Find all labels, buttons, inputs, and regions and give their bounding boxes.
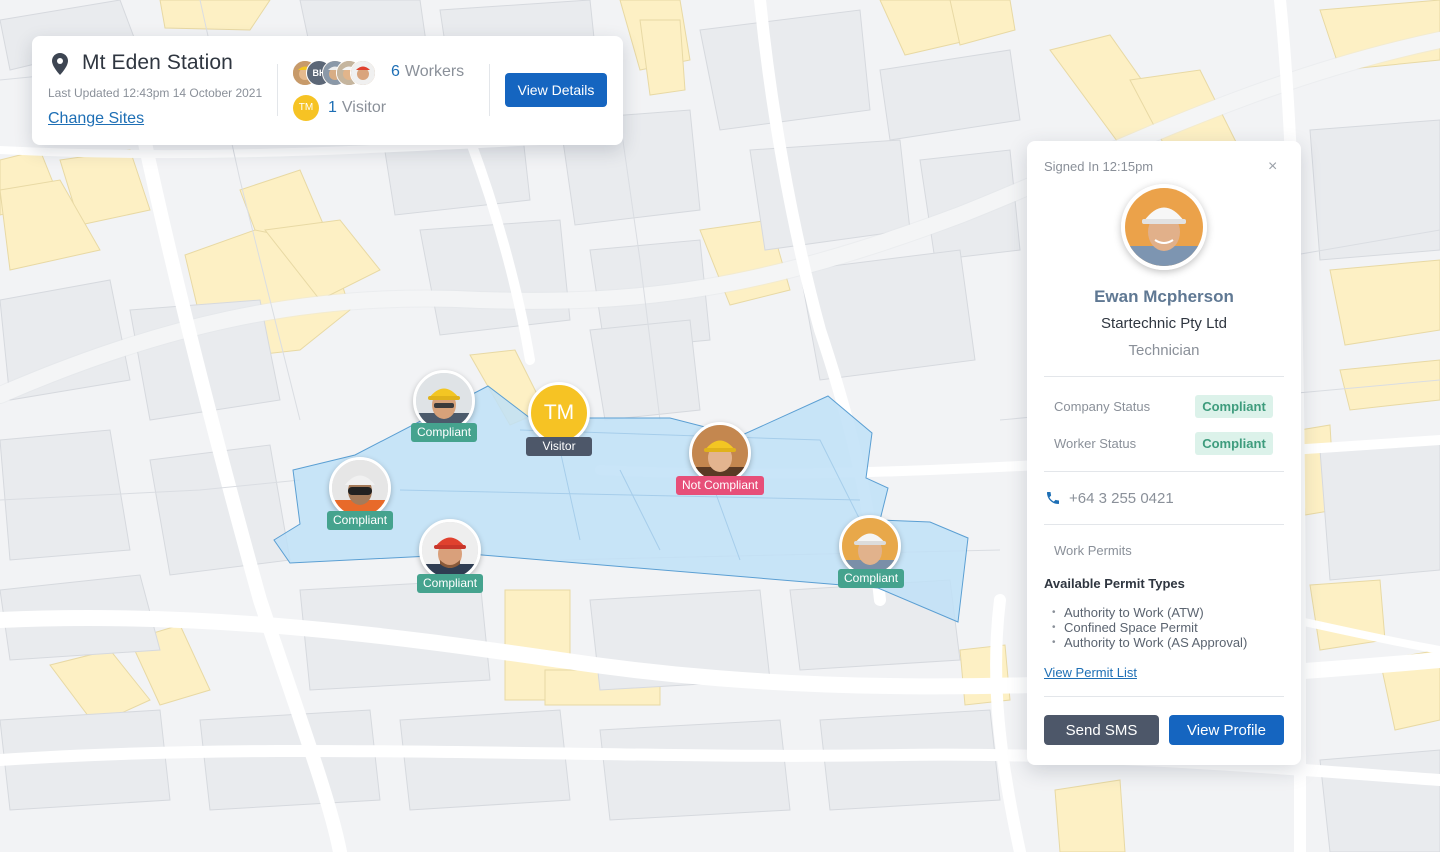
section-divider [1044,524,1284,525]
compliance-badge: Not Compliant [676,476,765,495]
permit-type-item: Authority to Work (AS Approval) [1052,635,1247,650]
worker-status-label: Worker Status [1054,436,1137,451]
available-permits-title: Available Permit Types [1044,576,1185,591]
worker-status-badge: Compliant [1195,432,1273,455]
company-status-label: Company Status [1054,399,1151,414]
worker-marker-avatar[interactable] [839,515,901,577]
compliance-badge: Compliant [411,423,478,442]
card-divider [489,64,490,116]
permit-types-list: Authority to Work (ATW) Confined Space P… [1052,605,1247,650]
worker-name: Ewan Mcpherson [1094,287,1234,306]
worker-company: Startechnic Pty Ltd [1101,315,1227,332]
phone-icon [1047,492,1059,504]
section-divider [1044,376,1284,377]
signed-in-time: Signed In 12:15pm [1044,159,1154,174]
section-divider [1044,696,1284,697]
worker-role: Technician [1128,342,1200,359]
location-pin-icon [52,53,68,75]
section-divider [1044,471,1284,472]
change-sites-link[interactable]: Change Sites [48,110,144,128]
workers-avatar-stack[interactable]: BH [292,60,384,86]
workers-count[interactable]: 6 Workers [391,63,464,81]
permit-type-item: Authority to Work (ATW) [1052,605,1247,620]
work-permits-label: Work Permits [1054,543,1132,558]
worker-marker-avatar[interactable] [419,519,481,581]
view-profile-button[interactable]: View Profile [1169,715,1284,745]
permit-type-item: Confined Space Permit [1052,620,1247,635]
send-sms-button[interactable]: Send SMS [1044,715,1159,745]
worker-marker-avatar[interactable] [689,422,751,484]
compliance-badge: Compliant [327,511,394,530]
visitor-badge: Visitor [526,437,592,456]
compliance-badge: Compliant [417,574,484,593]
last-updated-text: Last Updated 12:43pm 14 October 2021 [48,86,263,100]
worker-avatar [350,60,376,86]
compliance-badge: Compliant [838,569,905,588]
worker-marker-avatar[interactable] [329,457,391,519]
card-divider [277,64,278,116]
company-status-badge: Compliant [1195,395,1273,418]
phone-number[interactable]: +64 3 255 0421 [1069,490,1174,507]
worker-profile-avatar [1121,184,1207,270]
visitor-avatar: TM [293,95,319,121]
view-details-button[interactable]: View Details [505,73,607,107]
close-icon[interactable]: × [1268,158,1277,176]
view-permit-list-link[interactable]: View Permit List [1044,665,1137,680]
visitor-marker[interactable]: TM [528,382,590,444]
site-name: Mt Eden Station [82,51,233,74]
visitors-count[interactable]: 1 Visitor [328,99,386,117]
